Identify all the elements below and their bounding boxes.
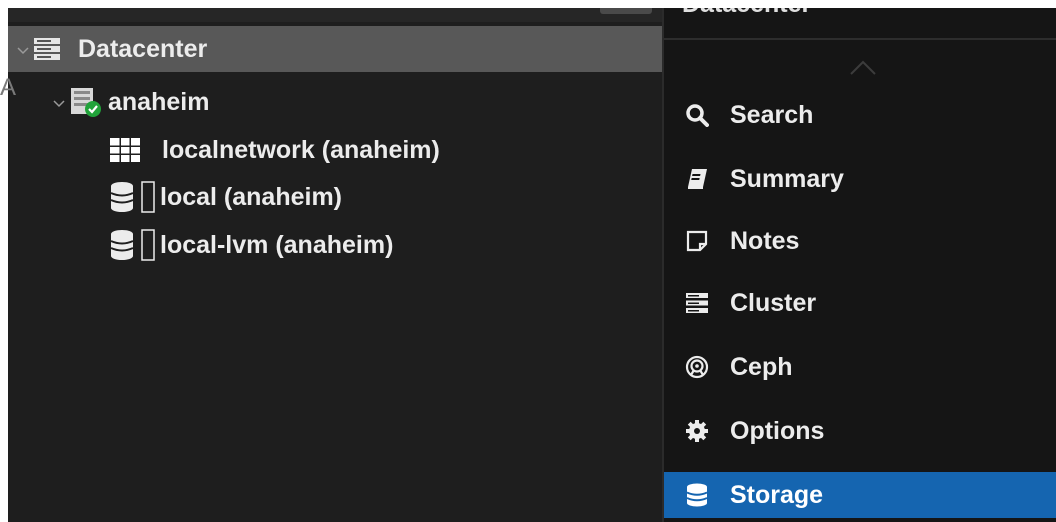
chevron-down-icon[interactable] <box>16 43 29 55</box>
app-window: Datacenter anaheim localnetwork (anaheim… <box>8 8 1056 522</box>
resource-tree: Datacenter anaheim localnetwork (anaheim… <box>8 8 662 522</box>
storage-database-icon <box>108 228 136 262</box>
divider <box>664 38 1056 40</box>
node-online-icon <box>68 85 102 119</box>
nav-item-label: Options <box>730 416 825 445</box>
nav-item-summary[interactable]: Summary <box>664 156 1056 202</box>
clipped-text-fragment: A <box>0 74 17 101</box>
nav-item-ceph[interactable]: Ceph <box>664 344 1056 390</box>
tree-item-storage-local-lvm[interactable]: local-lvm (anaheim) <box>8 222 662 268</box>
tree-item-label: anaheim <box>108 87 210 116</box>
tree-item-localnetwork[interactable]: localnetwork (anaheim) <box>8 128 662 172</box>
tree-item-datacenter[interactable]: Datacenter <box>8 26 662 72</box>
server-rack-icon <box>32 35 62 63</box>
network-grid-icon <box>108 136 142 164</box>
gear-icon <box>684 418 710 444</box>
search-icon <box>684 102 710 128</box>
tree-item-node-anaheim[interactable]: anaheim <box>8 80 662 124</box>
nav-panel-title: Datacenter <box>682 8 811 19</box>
nav-item-search[interactable]: Search <box>664 92 1056 138</box>
nav-item-label: Search <box>730 100 814 129</box>
tree-item-label: localnetwork (anaheim) <box>162 135 440 164</box>
database-icon <box>684 482 710 508</box>
nav-item-options[interactable]: Options <box>664 408 1056 454</box>
tree-item-label: local-lvm (anaheim) <box>160 230 394 259</box>
chevron-down-icon[interactable] <box>52 96 65 108</box>
nav-item-label: Storage <box>730 480 824 509</box>
storage-database-icon <box>108 180 136 214</box>
nav-item-label: Notes <box>730 226 800 255</box>
storage-placeholder-icon <box>140 180 156 214</box>
nav-item-label: Ceph <box>730 352 793 381</box>
book-icon <box>684 166 710 192</box>
chevron-up-icon[interactable] <box>848 58 878 78</box>
tree-toolbar <box>8 8 662 22</box>
tree-item-label: Datacenter <box>78 34 208 63</box>
tree-item-storage-local[interactable]: local (anaheim) <box>8 174 662 220</box>
tree-scroll-handle[interactable] <box>600 8 652 14</box>
nav-item-storage[interactable]: Storage <box>664 472 1056 518</box>
nav-item-cluster[interactable]: Cluster <box>664 280 1056 326</box>
datacenter-nav-panel: Datacenter Search <box>662 8 1056 522</box>
ceph-icon <box>684 354 710 380</box>
tree-item-label: local (anaheim) <box>160 182 342 211</box>
nav-item-notes[interactable]: Notes <box>664 218 1056 264</box>
nav-item-label: Cluster <box>730 288 817 317</box>
note-icon <box>684 228 710 254</box>
storage-placeholder-icon <box>140 228 156 262</box>
server-rack-icon <box>684 290 710 316</box>
nav-item-label: Summary <box>730 164 844 193</box>
